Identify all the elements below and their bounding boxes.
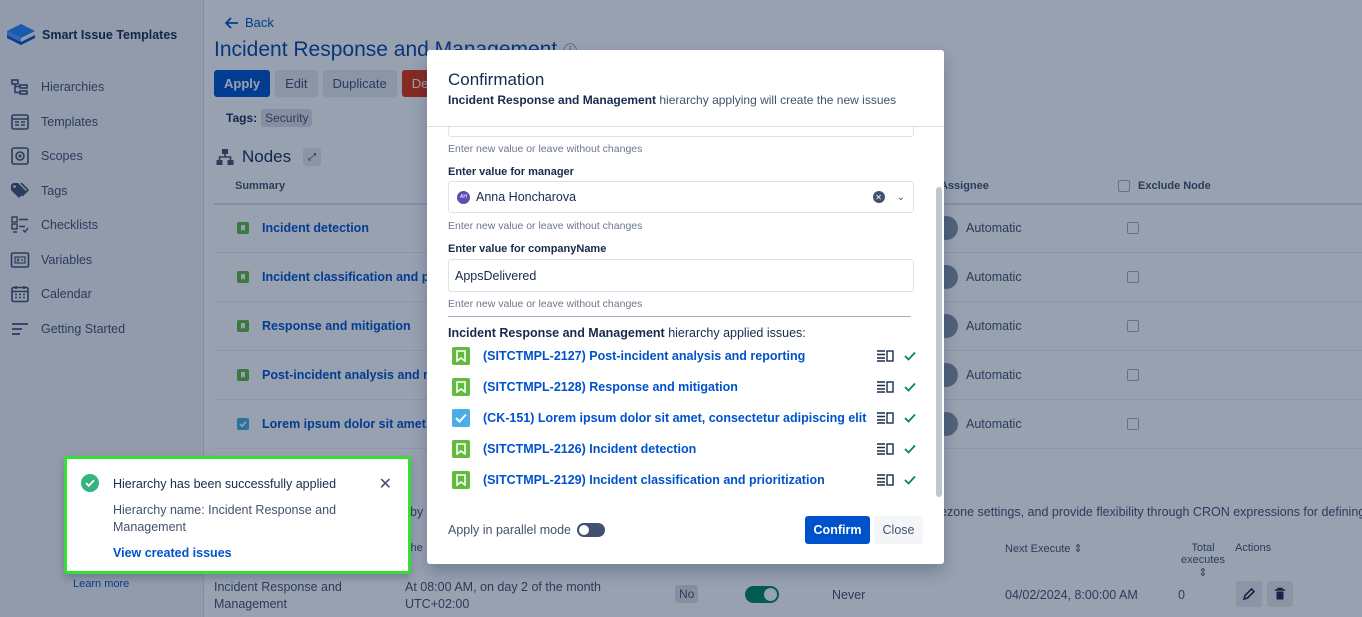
close-button[interactable]: Close xyxy=(874,516,923,544)
story-icon xyxy=(452,347,470,365)
story-icon xyxy=(452,378,470,396)
section-divider xyxy=(448,316,911,317)
applied-heading-bold: Incident Response and Management xyxy=(448,326,665,340)
details-icon[interactable] xyxy=(876,350,894,362)
success-flag: Hierarchy has been successfully applied … xyxy=(64,456,411,574)
check-icon xyxy=(904,475,916,485)
confirmation-dialog: Confirmation Incident Response and Manag… xyxy=(427,50,944,564)
issue-tools xyxy=(876,381,916,393)
issue-tools xyxy=(876,474,916,486)
issue-link[interactable]: (SITCTMPL-2127) Post-incident analysis a… xyxy=(483,349,876,363)
field-hint: Enter new value or leave without changes xyxy=(448,143,643,155)
task-icon xyxy=(452,409,470,427)
applied-issue: (SITCTMPL-2129) Incident classification … xyxy=(452,469,916,491)
dialog-subtitle-bold: Incident Response and Management xyxy=(448,93,657,107)
dialog-subtitle-rest: hierarchy applying will create the new i… xyxy=(656,93,897,107)
issue-tools xyxy=(876,412,916,424)
parallel-mode-toggle[interactable] xyxy=(577,523,605,537)
details-icon[interactable] xyxy=(876,412,894,424)
success-check-icon xyxy=(81,474,99,492)
flag-title: Hierarchy has been successfully applied xyxy=(113,477,337,491)
dialog-header: Confirmation Incident Response and Manag… xyxy=(427,50,944,127)
issue-link[interactable]: (SITCTMPL-2129) Incident classification … xyxy=(483,473,876,487)
manager-select[interactable]: AH Anna Honcharova ✕ ⌄ xyxy=(448,181,914,213)
applied-issue: (SITCTMPL-2127) Post-incident analysis a… xyxy=(452,345,916,367)
applied-issues-heading: Incident Response and Management hierarc… xyxy=(448,326,806,340)
dialog-footer: Apply in parallel mode Confirm Close xyxy=(427,499,944,564)
close-icon[interactable]: ✕ xyxy=(379,474,392,494)
applied-heading-rest: hierarchy applied issues: xyxy=(664,326,806,340)
view-created-issues-link[interactable]: View created issues xyxy=(113,546,232,560)
applied-issue: (CK-151) Lorem ipsum dolor sit amet, con… xyxy=(452,407,916,429)
dialog-title: Confirmation xyxy=(448,70,545,89)
previous-field[interactable] xyxy=(448,127,914,137)
applied-issue: (SITCTMPL-2128) Response and mitigation xyxy=(452,376,916,398)
manager-label: Enter value for manager xyxy=(448,166,574,178)
issue-tools xyxy=(876,350,916,362)
dialog-body: Enter new value or leave without changes… xyxy=(427,127,944,499)
issue-tools xyxy=(876,443,916,455)
dialog-scrollbar[interactable] xyxy=(936,187,942,497)
flag-message: Hierarchy name: Incident Response and Ma… xyxy=(113,503,337,534)
chevron-down-icon[interactable]: ⌄ xyxy=(897,192,905,203)
company-name-input[interactable]: AppsDelivered xyxy=(448,259,914,292)
story-icon xyxy=(452,440,470,458)
check-icon xyxy=(904,382,916,392)
issue-link[interactable]: (SITCTMPL-2128) Response and mitigation xyxy=(483,380,876,394)
parallel-mode: Apply in parallel mode xyxy=(448,523,605,537)
check-icon xyxy=(904,351,916,361)
field-hint: Enter new value or leave without changes xyxy=(448,298,643,310)
field-hint: Enter new value or leave without changes xyxy=(448,220,643,232)
company-label: Enter value for companyName xyxy=(448,243,607,255)
issue-link[interactable]: (SITCTMPL-2126) Incident detection xyxy=(483,442,876,456)
clear-icon[interactable]: ✕ xyxy=(872,191,885,203)
check-icon xyxy=(904,444,916,454)
story-icon xyxy=(452,471,470,489)
avatar: AH xyxy=(457,190,470,204)
details-icon[interactable] xyxy=(876,474,894,486)
details-icon[interactable] xyxy=(876,443,894,455)
issue-link[interactable]: (CK-151) Lorem ipsum dolor sit amet, con… xyxy=(483,411,876,425)
parallel-mode-label: Apply in parallel mode xyxy=(448,523,571,537)
confirm-button[interactable]: Confirm xyxy=(805,516,870,544)
details-icon[interactable] xyxy=(876,381,894,393)
manager-value: Anna Honcharova xyxy=(476,190,577,204)
dialog-subtitle: Incident Response and Management hierarc… xyxy=(448,93,924,107)
applied-issue: (SITCTMPL-2126) Incident detection xyxy=(452,438,916,460)
check-icon xyxy=(904,413,916,423)
